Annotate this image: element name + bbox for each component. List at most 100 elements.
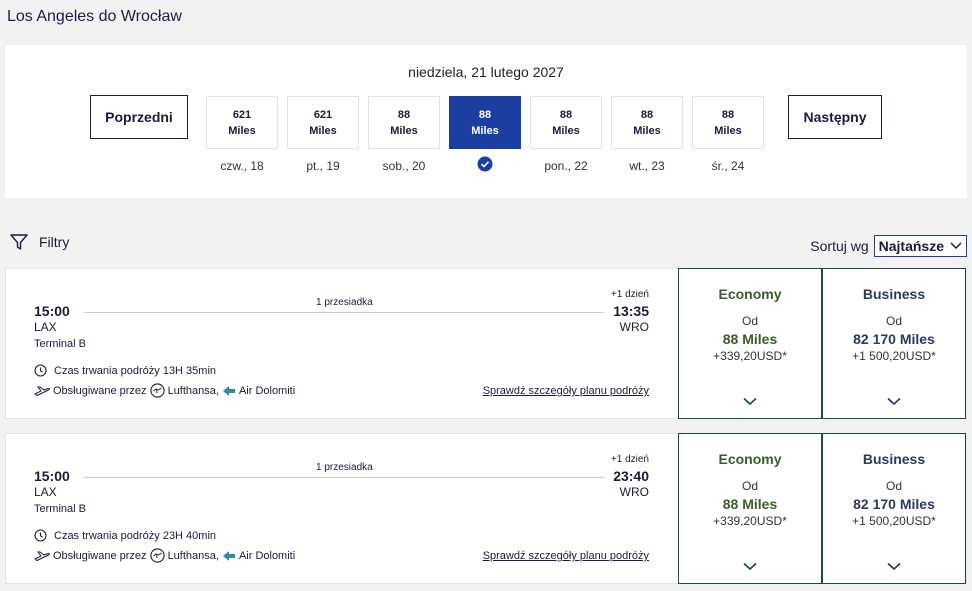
clock-icon	[34, 529, 47, 542]
date-miles-unit: Miles	[633, 124, 661, 137]
arrival-time: 13:35	[613, 303, 649, 319]
filter-icon	[10, 234, 28, 250]
date-label: pon., 22	[544, 159, 588, 173]
arrival-airport: WRO	[619, 485, 649, 499]
carrier-name: Air Dolomiti	[238, 549, 296, 562]
filters-button[interactable]: Filtry	[9, 232, 69, 252]
lufthansa-logo-icon	[149, 548, 165, 563]
date-miles-unit: Miles	[552, 124, 580, 137]
carrier-name: Lufthansa,	[167, 549, 219, 562]
business-fare-option[interactable]: Business Od 82 170 Miles +1 500,20USD*	[822, 433, 966, 584]
operated-by-label: Obsługiwane przez	[53, 549, 147, 562]
date-miles-unit: Miles	[228, 124, 256, 137]
fare-miles: 82 170 Miles	[853, 331, 935, 347]
fare-from: Od	[741, 314, 758, 328]
sort-value: Najtańsze	[878, 238, 944, 254]
operated-by-label: Obsługiwane przez	[53, 384, 147, 397]
next-date-button[interactable]: Następny	[788, 95, 882, 139]
plus-day-badge: +1 dzień	[610, 289, 649, 300]
fare-miles: 82 170 Miles	[853, 496, 935, 512]
flight-card: 15:00 LAX Terminal B 1 przesiadka +1 dzi…	[5, 268, 967, 419]
operated-by: Obsługiwane przez Lufthansa, Air Dolomit…	[34, 383, 298, 398]
fare-class: Economy	[718, 286, 782, 302]
date-miles-value: 88	[478, 108, 492, 121]
departure-time: 15:00	[34, 468, 70, 484]
air-dolomiti-logo-icon	[222, 385, 235, 396]
date-miles-value: 621	[232, 108, 252, 121]
date-miles-value: 88	[397, 108, 411, 121]
chevron-down-icon	[950, 242, 962, 250]
flight-card: 15:00 LAX Terminal B 1 przesiadka +1 dzi…	[5, 433, 967, 584]
filters-label: Filtry	[39, 234, 70, 250]
date-miles-unit: Miles	[471, 124, 499, 137]
lufthansa-logo-icon	[149, 383, 165, 398]
plus-day-badge: +1 dzień	[610, 454, 649, 465]
chevron-down-icon	[679, 562, 821, 571]
arrival-airport: WRO	[619, 320, 649, 334]
departure-airport: LAX	[34, 485, 57, 499]
fare-usd: +339,20USD*	[713, 349, 787, 363]
sort-control: Sortuj wg Najtańsze	[810, 235, 967, 257]
date-miles-value: 88	[721, 108, 735, 121]
fare-class: Economy	[718, 451, 782, 467]
date-label: sob., 20	[382, 159, 426, 173]
date-miles-value: 88	[559, 108, 573, 121]
date-option-selected[interactable]: 88 Miles	[449, 96, 521, 172]
date-label: pt., 19	[306, 159, 340, 173]
operated-by: Obsługiwane przez Lufthansa, Air Dolomit…	[34, 548, 298, 563]
itinerary-details-link[interactable]: Sprawdź szczegóły planu podróży	[483, 550, 649, 562]
route-line	[84, 477, 604, 478]
fare-miles: 88 Miles	[722, 331, 778, 347]
date-option[interactable]: 621 Miles czw., 18	[206, 96, 278, 175]
date-option[interactable]: 88 Miles wt., 23	[611, 96, 683, 175]
departure-terminal: Terminal B	[34, 338, 86, 350]
chevron-down-icon	[823, 397, 965, 406]
plane-icon	[34, 551, 50, 561]
departure-terminal: Terminal B	[34, 503, 86, 515]
fare-usd: +339,20USD*	[713, 514, 787, 528]
previous-date-button[interactable]: Poprzedni	[90, 95, 188, 139]
air-dolomiti-logo-icon	[222, 550, 235, 561]
duration-text: Czas trwania podróży 13H 35min	[54, 364, 217, 377]
date-label: czw., 18	[220, 159, 264, 173]
carrier-name: Air Dolomiti	[238, 384, 296, 397]
date-miles-unit: Miles	[390, 124, 418, 137]
fare-miles: 88 Miles	[722, 496, 778, 512]
carrier-name: Lufthansa,	[167, 384, 219, 397]
chevron-down-icon	[823, 562, 965, 571]
route-line	[84, 312, 604, 313]
itinerary-details-link[interactable]: Sprawdź szczegóły planu podróży	[483, 385, 649, 397]
date-label: śr., 24	[711, 159, 745, 173]
page-title: Los Angeles do Wrocław	[7, 8, 182, 25]
economy-fare-option[interactable]: Economy Od 88 Miles +339,20USD*	[678, 268, 822, 419]
clock-icon	[34, 364, 47, 377]
trip-duration: Czas trwania podróży 23H 40min	[34, 529, 216, 542]
date-miles-value: 621	[313, 108, 333, 121]
sort-select[interactable]: Najtańsze	[873, 235, 967, 257]
arrival-time: 23:40	[613, 468, 649, 484]
date-option[interactable]: 88 Miles sob., 20	[368, 96, 440, 175]
departure-airport: LAX	[34, 320, 57, 334]
date-option[interactable]: 88 Miles pon., 22	[530, 96, 602, 175]
stops-count: 1 przesiadka	[316, 297, 373, 308]
sort-label: Sortuj wg	[810, 238, 869, 254]
check-circle-icon	[449, 156, 521, 172]
date-option[interactable]: 88 Miles śr., 24	[692, 96, 764, 175]
date-miles-unit: Miles	[309, 124, 337, 137]
fare-from: Od	[741, 479, 758, 493]
date-option[interactable]: 621 Miles pt., 19	[287, 96, 359, 175]
date-label: wt., 23	[629, 159, 665, 173]
fare-from: Od	[885, 314, 902, 328]
fare-class: Business	[862, 451, 926, 467]
stops-count: 1 przesiadka	[316, 462, 373, 473]
plane-icon	[34, 386, 50, 396]
chevron-down-icon	[679, 397, 821, 406]
fare-usd: +1 500,20USD*	[852, 349, 936, 363]
economy-fare-option[interactable]: Economy Od 88 Miles +339,20USD*	[678, 433, 822, 584]
date-miles-value: 88	[640, 108, 654, 121]
fare-from: Od	[885, 479, 902, 493]
trip-duration: Czas trwania podróży 13H 35min	[34, 364, 216, 377]
duration-text: Czas trwania podróży 23H 40min	[54, 529, 217, 542]
business-fare-option[interactable]: Business Od 82 170 Miles +1 500,20USD*	[822, 268, 966, 419]
fare-usd: +1 500,20USD*	[852, 514, 936, 528]
